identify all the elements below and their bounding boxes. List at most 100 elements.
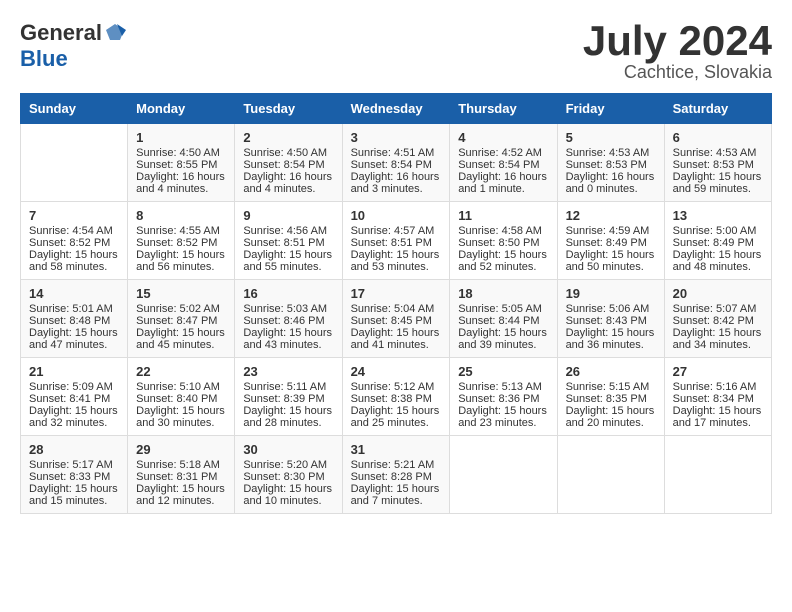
calendar-cell (450, 436, 557, 514)
day-info-line: and 39 minutes. (458, 339, 548, 351)
day-number: 23 (243, 364, 333, 379)
day-info-line: and 17 minutes. (673, 417, 763, 429)
day-info-line: and 36 minutes. (566, 339, 656, 351)
day-info-line: Sunset: 8:53 PM (673, 159, 763, 171)
calendar-cell (664, 436, 771, 514)
day-info-line: and 52 minutes. (458, 261, 548, 273)
day-number: 12 (566, 208, 656, 223)
day-info-line: and 47 minutes. (29, 339, 119, 351)
calendar-cell: 20Sunrise: 5:07 AMSunset: 8:42 PMDayligh… (664, 280, 771, 358)
day-info-line: Sunrise: 5:12 AM (351, 381, 442, 393)
day-info-line: Sunrise: 5:17 AM (29, 459, 119, 471)
day-info-line: Sunset: 8:44 PM (458, 315, 548, 327)
day-info-line: Sunset: 8:39 PM (243, 393, 333, 405)
day-number: 19 (566, 286, 656, 301)
column-header-monday: Monday (128, 94, 235, 124)
day-info-line: Sunset: 8:54 PM (243, 159, 333, 171)
day-info-line: Daylight: 16 hours (566, 171, 656, 183)
day-info-line: Sunrise: 4:52 AM (458, 147, 548, 159)
day-info-line: Sunset: 8:43 PM (566, 315, 656, 327)
day-info-line: Sunset: 8:40 PM (136, 393, 226, 405)
day-info-line: Sunrise: 4:59 AM (566, 225, 656, 237)
day-info-line: Sunrise: 4:53 AM (566, 147, 656, 159)
calendar-cell: 24 Sunrise: 5:12 AMSunset: 8:38 PMDayligh… (342, 358, 450, 436)
month-year-title: July 2024 (583, 20, 772, 62)
day-info-line: Sunrise: 4:51 AM (351, 147, 442, 159)
day-info-line: Daylight: 15 hours (243, 327, 333, 339)
day-info-line: Sunrise: 5:13 AM (458, 381, 548, 393)
day-info-line: Sunset: 8:33 PM (29, 471, 119, 483)
day-info-line: and 34 minutes. (673, 339, 763, 351)
day-number: 21 (29, 364, 119, 379)
calendar-week-row: 14Sunrise: 5:01 AMSunset: 8:48 PMDayligh… (21, 280, 772, 358)
day-info-line: Sunset: 8:50 PM (458, 237, 548, 249)
calendar-cell: 16Sunrise: 5:03 AMSunset: 8:46 PMDayligh… (235, 280, 342, 358)
calendar-table: SundayMondayTuesdayWednesdayThursdayFrid… (20, 93, 772, 514)
day-info-line: Daylight: 16 hours (351, 171, 442, 183)
day-info-line: Sunrise: 4:50 AM (243, 147, 333, 159)
day-info-line: and 53 minutes. (351, 261, 442, 273)
day-info-line: Sunrise: 5:04 AM (351, 303, 442, 315)
day-info-line: and 28 minutes. (243, 417, 333, 429)
day-number: 22 (136, 364, 226, 379)
day-number: 3 (351, 130, 442, 145)
day-info-line: Daylight: 15 hours (29, 327, 119, 339)
day-number: 26 (566, 364, 656, 379)
day-number: 8 (136, 208, 226, 223)
calendar-cell: 4Sunrise: 4:52 AMSunset: 8:54 PMDaylight… (450, 124, 557, 202)
day-info-line: Daylight: 15 hours (673, 405, 763, 417)
column-header-sunday: Sunday (21, 94, 128, 124)
day-info-line: Daylight: 15 hours (136, 327, 226, 339)
day-info-line: Daylight: 15 hours (566, 249, 656, 261)
day-info-line: Daylight: 15 hours (458, 249, 548, 261)
calendar-cell: 28Sunrise: 5:17 AMSunset: 8:33 PMDayligh… (21, 436, 128, 514)
day-info-line: and 59 minutes. (673, 183, 763, 195)
day-info-line: and 41 minutes. (351, 339, 442, 351)
day-info-line: Daylight: 16 hours (136, 171, 226, 183)
header: General Blue July 2024 Cachtice, Slovaki… (20, 20, 772, 83)
day-info-line: Sunrise: 5:10 AM (136, 381, 226, 393)
day-info-line: and 10 minutes. (243, 495, 333, 507)
day-info-line: Daylight: 15 hours (243, 249, 333, 261)
day-number: 27 (673, 364, 763, 379)
day-info-line: Sunrise: 4:58 AM (458, 225, 548, 237)
day-number: 1 (136, 130, 226, 145)
title-area: July 2024 Cachtice, Slovakia (583, 20, 772, 83)
day-info-line: Sunset: 8:52 PM (29, 237, 119, 249)
calendar-cell: 10Sunrise: 4:57 AMSunset: 8:51 PMDayligh… (342, 202, 450, 280)
column-header-wednesday: Wednesday (342, 94, 450, 124)
calendar-cell: 31Sunrise: 5:21 AMSunset: 8:28 PMDayligh… (342, 436, 450, 514)
day-info-line: Daylight: 15 hours (243, 405, 333, 417)
day-info-line: Sunset: 8:38 PM (351, 393, 442, 405)
day-info-line: Sunset: 8:52 PM (136, 237, 226, 249)
column-header-friday: Friday (557, 94, 664, 124)
day-number: 20 (673, 286, 763, 301)
day-info-line: Sunrise: 5:01 AM (29, 303, 119, 315)
day-info-line: Sunset: 8:45 PM (351, 315, 442, 327)
calendar-header-row: SundayMondayTuesdayWednesdayThursdayFrid… (21, 94, 772, 124)
calendar-cell: 26Sunrise: 5:15 AMSunset: 8:35 PMDayligh… (557, 358, 664, 436)
calendar-cell: 29Sunrise: 5:18 AMSunset: 8:31 PMDayligh… (128, 436, 235, 514)
day-number: 4 (458, 130, 548, 145)
day-number: 28 (29, 442, 119, 457)
day-number: 6 (673, 130, 763, 145)
day-info-line: Sunrise: 4:53 AM (673, 147, 763, 159)
day-info-line: Daylight: 15 hours (458, 327, 548, 339)
day-number: 11 (458, 208, 548, 223)
calendar-cell: 3Sunrise: 4:51 AMSunset: 8:54 PMDaylight… (342, 124, 450, 202)
day-info-line: and 12 minutes. (136, 495, 226, 507)
day-info-line: Sunrise: 4:57 AM (351, 225, 442, 237)
day-info-line: and 15 minutes. (29, 495, 119, 507)
calendar-cell: 13Sunrise: 5:00 AMSunset: 8:49 PMDayligh… (664, 202, 771, 280)
day-info-line: Sunrise: 5:11 AM (243, 381, 333, 393)
day-info-line: and 56 minutes. (136, 261, 226, 273)
day-info-line: Sunset: 8:49 PM (673, 237, 763, 249)
day-info-line: Sunset: 8:46 PM (243, 315, 333, 327)
day-info-line: Daylight: 15 hours (351, 405, 442, 417)
day-info-line: Sunset: 8:49 PM (566, 237, 656, 249)
day-number: 24 (351, 364, 442, 379)
day-info-line: Sunset: 8:34 PM (673, 393, 763, 405)
day-number: 18 (458, 286, 548, 301)
day-info-line: and 48 minutes. (673, 261, 763, 273)
day-info-line: Sunset: 8:51 PM (351, 237, 442, 249)
